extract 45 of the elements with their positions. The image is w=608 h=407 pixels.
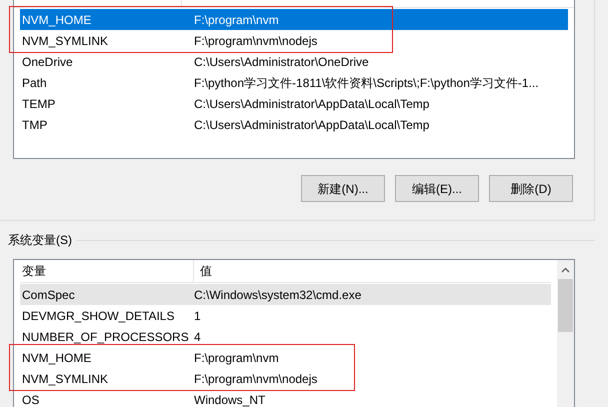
variable-value: Windows_NT [194,392,266,407]
variable-name: NVM_SYMLINK [21,370,110,388]
list-row[interactable]: DEVMGR_SHOW_DETAILS 1 [20,305,551,326]
list-row[interactable]: ComSpec C:\Windows\system32\cmd.exe [20,284,551,305]
variable-name: ComSpec [21,286,76,304]
scrollbar[interactable] [557,260,574,407]
list-row[interactable]: Path F:\python学习文件-1811\软件资料\Scripts\;F:\python学习文件-1... [20,72,568,93]
variable-value: F:\python学习文件-1811\软件资料\Scripts\;F:\python学习文件-1... [194,74,539,92]
list-row[interactable]: TMP C:\Users\Administrator\AppData\Local\Temp [20,114,568,135]
variable-name: NVM_HOME [21,12,92,28]
scrollbar-thumb[interactable] [558,279,573,332]
action-button[interactable]: 编辑(E)... [395,175,479,202]
variable-name: NVM_HOME [21,350,92,366]
list-row[interactable]: NUMBER_OF_PROCESSORS 4 [20,326,551,347]
column-header[interactable]: 值 [194,262,212,280]
variable-name: TEMP [21,96,56,112]
variable-value: C:\Windows\system32\cmd.exe [194,286,362,304]
scroll-up-icon[interactable] [561,267,570,273]
variable-name: TMP [21,116,48,134]
variable-value: C:\Users\Administrator\OneDrive [194,54,369,70]
variable-value: F:\program\nvm [194,350,279,366]
list-row[interactable]: TEMP C:\Users\Administrator\AppData\Local\Temp [20,93,568,114]
variable-name: NUMBER_OF_PROCESSORS [21,328,190,346]
variable-value: 1 [194,308,201,324]
action-button[interactable]: 新建(N)... [301,175,385,202]
variable-name: Path [21,74,48,92]
variable-name: NVM_SYMLINK [21,32,110,50]
list-row[interactable]: NVM_SYMLINK F:\program\nvm\nodejs [20,30,568,51]
variable-value: C:\Users\Administrator\AppData\Local\Temp [194,116,430,134]
variable-name: OS [21,392,40,407]
list-row[interactable]: OS Windows_NT [20,389,551,407]
group-label: 系统变量(S) [8,232,72,249]
variable-name: DEVMGR_SHOW_DETAILS [21,308,176,324]
list-row[interactable]: OneDrive C:\Users\Administrator\OneDrive [20,51,568,72]
list-row[interactable]: NVM_SYMLINK F:\program\nvm\nodejs [20,368,551,389]
action-button[interactable]: 删除(D) [489,175,573,202]
list-row[interactable]: NVM_HOME F:\program\nvm [20,347,551,368]
variable-value: 4 [194,328,201,346]
column-header[interactable]: 变量 [20,260,194,282]
variable-value: F:\program\nvm\nodejs [194,370,318,388]
variable-value: F:\program\nvm\nodejs [194,32,318,50]
list-row[interactable]: NVM_HOME F:\program\nvm [20,9,568,30]
variable-value: C:\Users\Administrator\AppData\Local\Temp [194,96,430,112]
variable-value: F:\program\nvm [194,12,279,28]
variable-name: OneDrive [21,54,74,70]
